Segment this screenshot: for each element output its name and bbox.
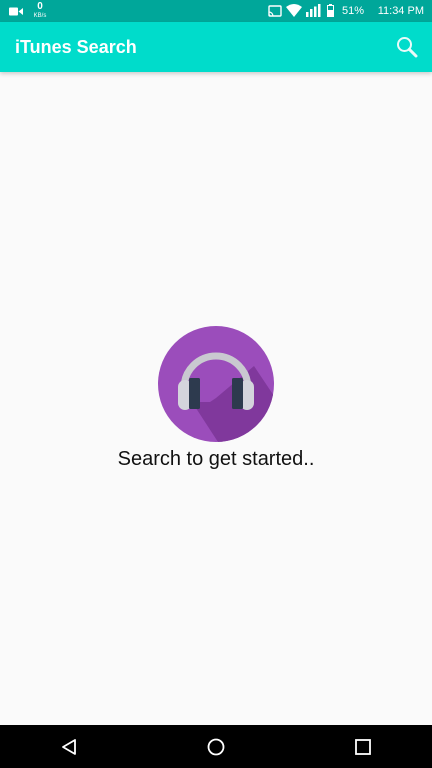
headphones-icon: [158, 326, 274, 442]
search-icon[interactable]: [396, 36, 418, 58]
status-bar: 0 KB/s 51% 11:34 PM: [0, 0, 432, 22]
app-title: iTunes Search: [15, 37, 137, 57]
wifi-icon: [286, 4, 302, 17]
clock: 11:34 PM: [377, 5, 424, 17]
battery-percent: 51%: [341, 5, 364, 17]
cast-icon: [268, 5, 282, 17]
status-right: 51% 11:34 PM: [264, 0, 424, 22]
home-icon[interactable]: [206, 737, 226, 757]
empty-state-message: Search to get started..: [117, 448, 315, 470]
network-speed-value: 0: [37, 1, 43, 12]
back-icon[interactable]: [59, 737, 79, 757]
signal-icon: [306, 4, 321, 17]
network-speed-unit: KB/s: [33, 13, 47, 19]
app-bar: iTunes Search: [0, 22, 432, 72]
video-camera-icon: [9, 7, 23, 16]
network-speed: 0 KB/s: [30, 1, 50, 20]
battery-icon: [327, 4, 334, 17]
recents-icon[interactable]: [353, 737, 373, 757]
navigation-bar: [0, 725, 432, 768]
main-content: Search to get started..: [0, 72, 432, 725]
